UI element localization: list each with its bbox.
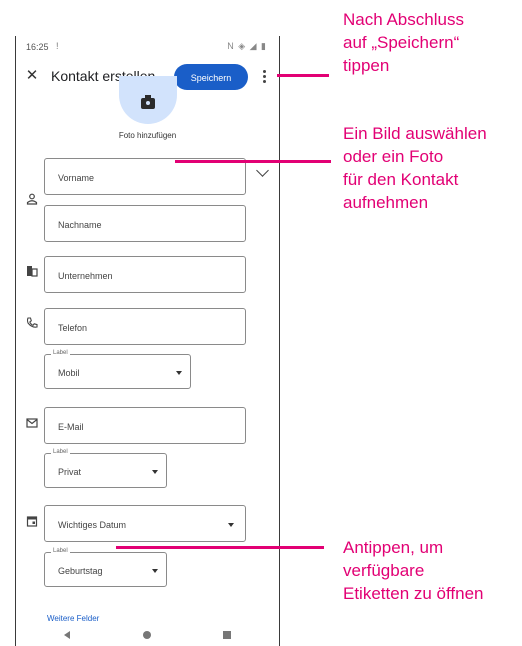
last-name-placeholder: Nachname (58, 220, 102, 230)
callout-photo: Ein Bild auswählen oder ein Foto für den… (343, 124, 487, 212)
notification-icon: ! (56, 41, 59, 51)
first-name-field[interactable]: Vorname (44, 158, 246, 195)
recents-icon[interactable] (223, 631, 231, 639)
email-field[interactable]: E-Mail (44, 407, 246, 444)
dropdown-arrow-icon (228, 523, 234, 527)
chevron-down-icon[interactable] (256, 164, 269, 177)
date-label-select[interactable]: Label Geburtstag (44, 548, 167, 587)
first-name-placeholder: Vorname (58, 173, 95, 183)
callout-save: Nach Abschluss auf „Speichern“ tippen (343, 10, 464, 75)
last-name-field[interactable]: Nachname (44, 205, 246, 242)
person-icon (26, 193, 38, 205)
close-icon[interactable]: ✕ (24, 68, 40, 84)
email-label-value: Privat (58, 467, 82, 477)
date-label-value: Geburtstag (58, 566, 103, 576)
callout-label: Antippen, um verfügbare Etiketten zu öff… (343, 538, 484, 603)
date-placeholder: Wichtiges Datum (58, 520, 127, 530)
navigation-bar (16, 626, 279, 646)
callout-line-label (116, 546, 324, 549)
phone-placeholder: Telefon (58, 323, 88, 333)
company-placeholder: Unternehmen (58, 271, 113, 281)
company-icon (27, 266, 38, 277)
add-photo-button[interactable] (119, 76, 177, 124)
calendar-icon (26, 516, 38, 527)
phone-label-value: Mobil (58, 368, 80, 378)
email-label-caption: Label (51, 449, 70, 455)
date-field[interactable]: Wichtiges Datum (44, 505, 246, 542)
back-icon[interactable] (64, 631, 70, 639)
camera-icon (141, 95, 155, 109)
add-photo-label: Foto hinzufügen (118, 131, 177, 140)
phone-icon (26, 317, 38, 328)
status-time: 16:25 (26, 42, 49, 52)
callout-line-photo (175, 160, 331, 163)
dropdown-arrow-icon (152, 470, 158, 474)
mail-icon (26, 418, 38, 428)
company-field[interactable]: Unternehmen (44, 256, 246, 293)
phone-label-select[interactable]: Label Mobil (44, 350, 191, 389)
home-icon[interactable] (143, 631, 151, 639)
email-placeholder: E-Mail (58, 422, 84, 432)
email-label-select[interactable]: Label Privat (44, 449, 167, 488)
status-bar: 16:25 ! N ◈ ◢ ▮ (16, 36, 279, 58)
phone-label-caption: Label (51, 350, 70, 356)
more-fields-link[interactable]: Weitere Felder (47, 614, 99, 623)
status-icons: N ◈ ◢ ▮ (227, 41, 267, 51)
date-label-caption: Label (51, 548, 70, 554)
phone-screen: 16:25 ! N ◈ ◢ ▮ ✕ Kontakt erstellen Spei… (15, 36, 280, 646)
dropdown-arrow-icon (152, 569, 158, 573)
callout-line-save (277, 74, 329, 77)
more-options-icon[interactable] (260, 68, 268, 84)
phone-field[interactable]: Telefon (44, 308, 246, 345)
dropdown-arrow-icon (176, 371, 182, 375)
save-button[interactable]: Speichern (174, 64, 248, 90)
